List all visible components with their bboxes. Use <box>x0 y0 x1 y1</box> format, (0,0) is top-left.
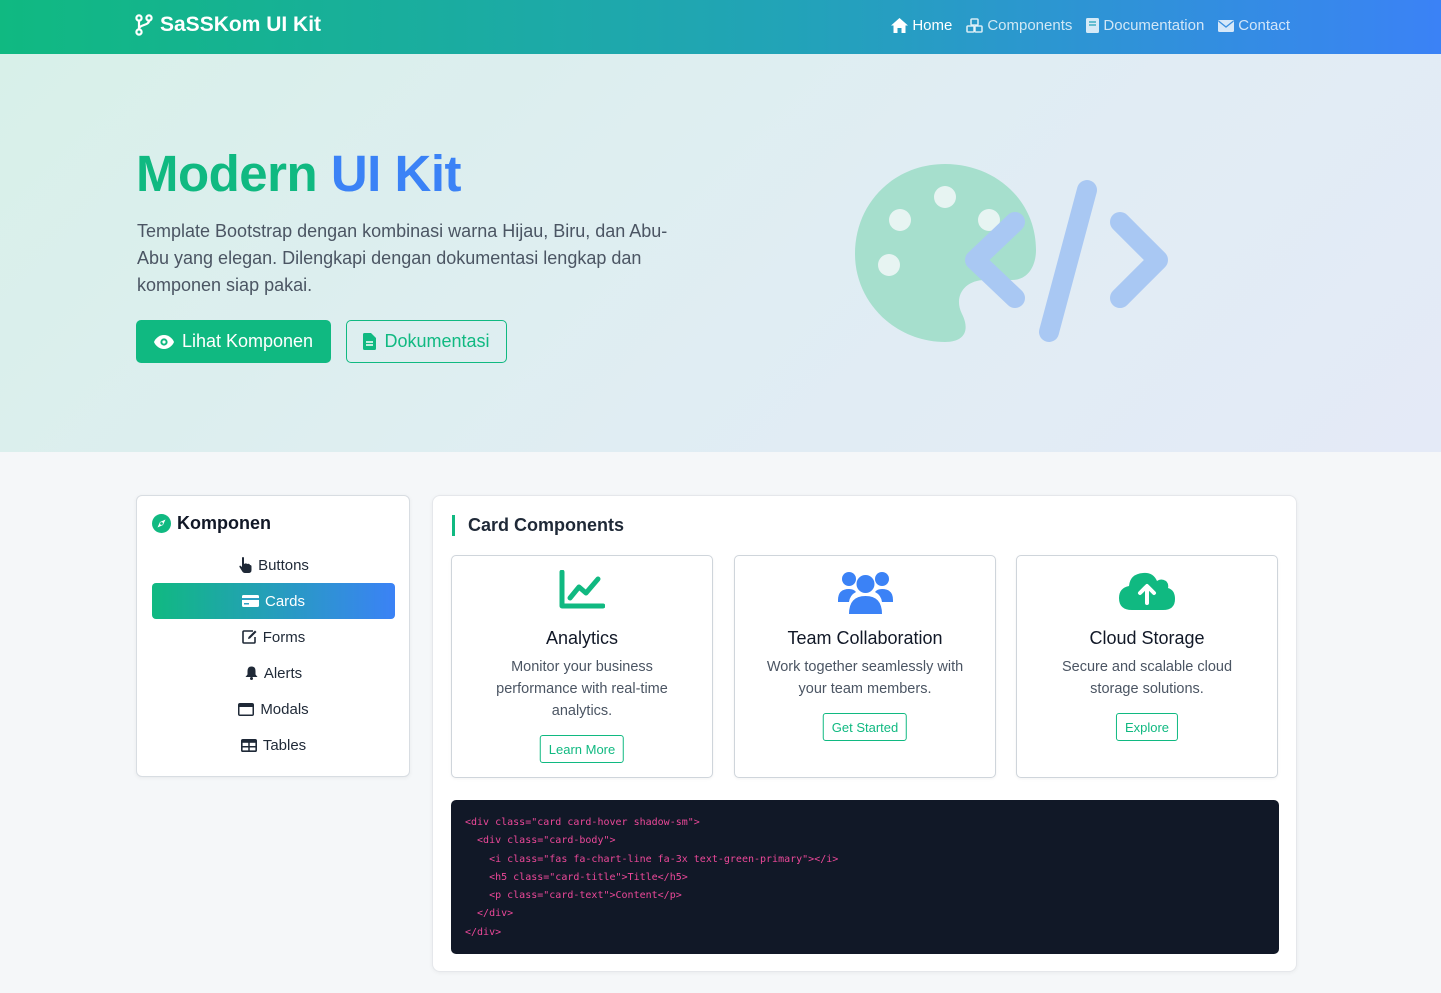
envelope-icon <box>1218 19 1235 32</box>
sidebar-item-alerts[interactable]: Alerts <box>152 655 395 691</box>
hero-title: Modern UI Kit <box>136 145 462 202</box>
sidebar-item-modals[interactable]: Modals <box>152 691 395 727</box>
get-started-button[interactable]: Get Started <box>822 713 908 741</box>
nav-documentation[interactable]: Documentation <box>1086 17 1204 34</box>
sidebar-item-buttons[interactable]: Buttons <box>152 547 395 583</box>
home-icon <box>891 18 909 33</box>
card-title: Cloud Storage <box>1089 628 1205 648</box>
sidebar-item-forms[interactable]: Forms <box>152 619 395 655</box>
explore-button[interactable]: Explore <box>1115 713 1179 741</box>
hero-description: Template Bootstrap dengan kombinasi warn… <box>137 221 668 295</box>
brand-link[interactable]: SaSSKom UI Kit <box>135 13 321 37</box>
code-snippet: <div class="card card-hover shadow-sm"> … <box>451 800 1279 954</box>
hero-illustration <box>850 162 1180 357</box>
sidebar-item-cards[interactable]: Cards <box>152 583 395 619</box>
users-icon <box>837 572 893 614</box>
pointer-icon <box>239 557 252 573</box>
card-title: Team Collaboration <box>787 628 943 648</box>
eye-icon <box>153 334 174 349</box>
nav-home-label: Home <box>912 17 953 34</box>
sidebar-item-label: Tables <box>262 736 307 754</box>
palette-code-icon <box>855 164 1168 342</box>
panel-title: Card Components <box>452 515 624 536</box>
card-text: Monitor your business performance with r… <box>496 659 668 719</box>
sidebar-title-label: Komponen <box>177 513 271 533</box>
analytics-card: Analytics Monitor your business performa… <box>451 555 713 778</box>
card-text: Secure and scalable cloud storage soluti… <box>1061 659 1233 697</box>
sidebar-item-label: Alerts <box>263 664 303 682</box>
sidebar-item-tables[interactable]: Tables <box>152 727 395 763</box>
hero-title-part2: UI Kit <box>330 145 462 202</box>
documentation-button[interactable]: Dokumentasi <box>346 320 507 363</box>
learn-more-button[interactable]: Learn More <box>539 735 625 763</box>
cloud-upload-icon <box>1119 572 1175 610</box>
card-icon <box>241 595 259 607</box>
documentation-label: Dokumentasi <box>384 331 490 351</box>
nav-links: Home Components Documentation Contact <box>891 17 1290 34</box>
hero-title-part1: Modern <box>136 145 318 202</box>
book-icon <box>1086 18 1100 33</box>
sidebar-title: Komponen <box>152 513 271 534</box>
navbar: SaSSKom UI Kit Home Components Documenta… <box>0 0 1441 54</box>
bell-icon <box>245 666 258 680</box>
nav-components[interactable]: Components <box>966 17 1072 34</box>
sidebar-list: Buttons Cards Forms Alerts Modals Tables <box>152 547 395 763</box>
sidebar-item-label: Buttons <box>258 556 309 574</box>
edit-icon <box>241 630 257 644</box>
team-collaboration-card: Team Collaboration Work together seamles… <box>734 555 996 778</box>
cloud-icon-wrap <box>1017 570 1277 610</box>
nav-documentation-label: Documentation <box>1103 17 1205 34</box>
card-components-panel: Card Components Analytics Monitor your b… <box>432 495 1297 972</box>
compass-icon <box>152 514 171 533</box>
card-text: Work together seamlessly with your team … <box>766 659 964 697</box>
view-components-button[interactable]: Lihat Komponen <box>136 320 331 363</box>
window-icon <box>238 702 255 716</box>
brand-name: SaSSKom UI Kit <box>160 13 322 36</box>
sidebar-item-label: Forms <box>262 628 306 646</box>
team-icon-wrap <box>735 570 995 614</box>
cloud-storage-card: Cloud Storage Secure and scalable cloud … <box>1016 555 1278 778</box>
hero-section: Modern UI Kit Template Bootstrap dengan … <box>0 54 1441 452</box>
nav-contact[interactable]: Contact <box>1218 17 1290 34</box>
file-icon <box>363 333 377 350</box>
nav-components-label: Components <box>987 17 1073 34</box>
components-sidebar: Komponen Buttons Cards Forms Alerts Moda… <box>136 495 410 777</box>
table-icon <box>240 738 257 752</box>
view-components-label: Lihat Komponen <box>181 331 314 351</box>
nav-home[interactable]: Home <box>891 17 952 34</box>
sidebar-item-label: Cards <box>264 592 305 610</box>
cubes-icon <box>966 18 984 33</box>
code-branch-icon <box>135 14 153 36</box>
card-title: Analytics <box>545 628 619 648</box>
sidebar-item-label: Modals <box>260 700 309 718</box>
analytics-icon-wrap <box>452 570 712 610</box>
chart-line-icon <box>559 570 605 609</box>
nav-contact-label: Contact <box>1238 17 1290 34</box>
